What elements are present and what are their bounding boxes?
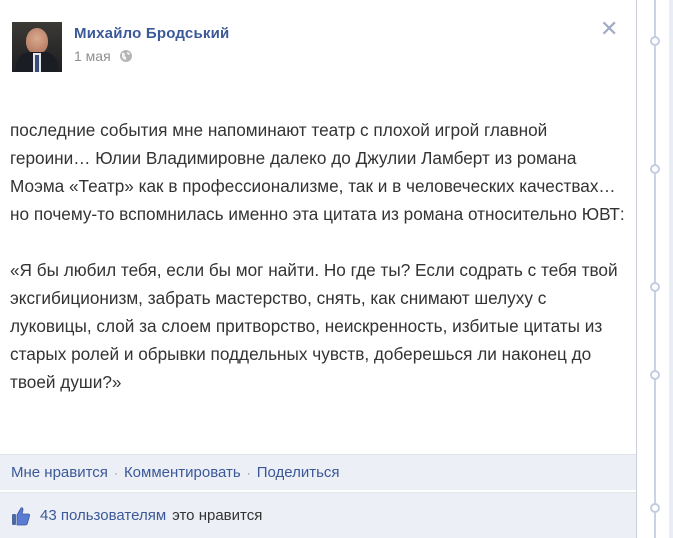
action-separator: · — [246, 465, 251, 480]
post-meta: 1 мая — [74, 48, 133, 64]
thumbs-up-icon — [12, 506, 30, 525]
post-card: Михайло Бродський 1 мая ✕ последние собы… — [0, 0, 637, 538]
timeline-dot[interactable] — [650, 282, 660, 292]
share-link[interactable]: Поделиться — [257, 464, 340, 481]
scrollbar-track[interactable] — [669, 0, 673, 538]
timeline-line — [654, 0, 656, 538]
timeline-dot[interactable] — [650, 36, 660, 46]
post-quote-paragraph: «Я бы любил тебя, если бы мог найти. Но … — [10, 260, 618, 392]
timeline-rail — [637, 0, 673, 538]
globe-icon[interactable] — [119, 49, 133, 63]
action-separator: · — [113, 465, 118, 480]
comment-link[interactable]: Комментировать — [124, 464, 241, 481]
timeline-dot[interactable] — [650, 503, 660, 513]
post-action-bar: Мне нравится · Комментировать · Поделить… — [0, 454, 636, 490]
post-date-link[interactable]: 1 мая — [74, 48, 111, 64]
likes-count-link[interactable]: 43 пользователям — [40, 507, 166, 524]
timeline-dot[interactable] — [650, 164, 660, 174]
author-name-link[interactable]: Михайло Бродський — [74, 25, 229, 42]
avatar-face — [26, 28, 48, 54]
post-paragraph: последние события мне напоминают театр с… — [10, 120, 625, 224]
likes-summary: 43 пользователям это нравится — [0, 492, 636, 538]
author-avatar[interactable] — [12, 22, 62, 72]
timeline-dot[interactable] — [650, 370, 660, 380]
likes-suffix: это нравится — [172, 507, 263, 524]
like-link[interactable]: Мне нравится — [11, 464, 108, 481]
close-icon[interactable]: ✕ — [600, 18, 618, 40]
post-message: последние события мне напоминают театр с… — [10, 116, 626, 396]
avatar-tie — [35, 55, 39, 72]
